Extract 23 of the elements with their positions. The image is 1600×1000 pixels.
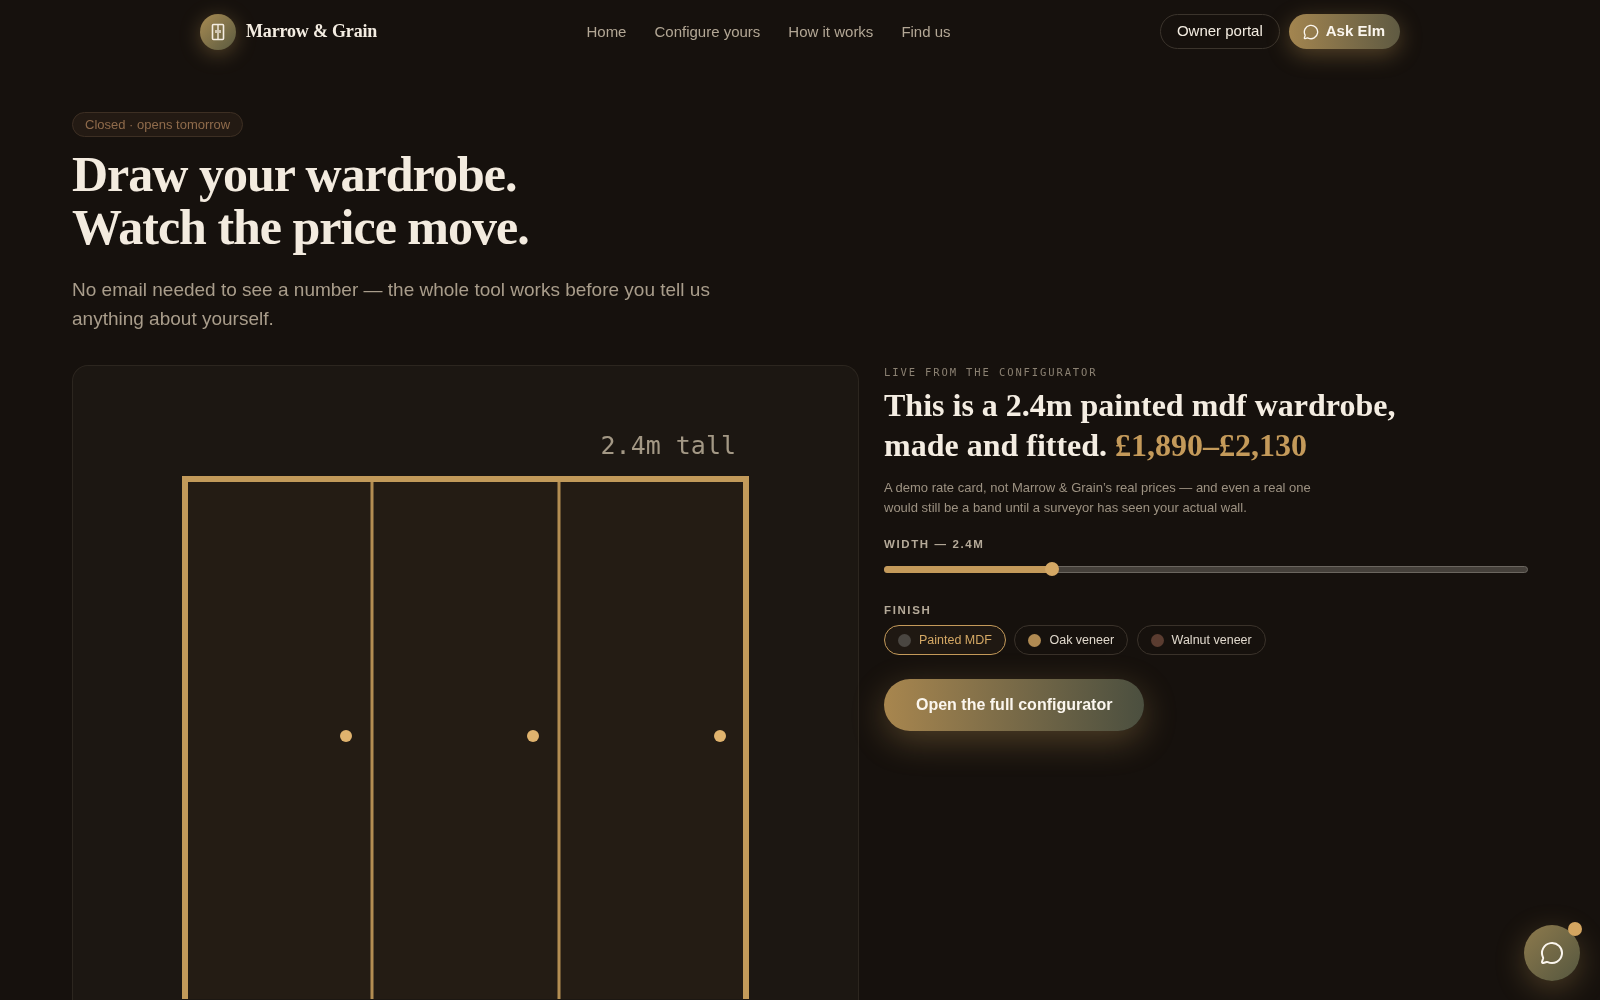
configurator-headline: This is a 2.4m painted mdf wardrobe, made and fitted. £1,890–£2,130	[884, 386, 1397, 465]
height-label: 2.4m tall	[600, 431, 736, 461]
cabinet-logo-icon	[200, 13, 236, 50]
ask-assistant-button[interactable]: Ask Elm	[1288, 14, 1400, 49]
hero-title: Draw your wardrobe. Watch the price move.	[72, 148, 530, 253]
nav-link[interactable]: Configure yours	[654, 21, 761, 44]
width-slider-track[interactable]	[884, 565, 1528, 573]
section-eyebrow: LIVE FROM THE CONFIGURATOR	[884, 365, 1098, 379]
slider-thumb[interactable]	[1044, 562, 1059, 576]
nav-link[interactable]: Find us	[901, 21, 951, 44]
finish-option[interactable]: Painted MDF	[884, 625, 1006, 655]
status-badge: Closed · opens tomorrow	[72, 112, 244, 137]
brand-name: Marrow & Grain	[246, 20, 378, 43]
chat-launcher-button[interactable]	[1524, 925, 1580, 981]
width-label: WIDTH — 2.4M	[884, 537, 985, 552]
nav-link[interactable]: How it works	[788, 21, 874, 44]
chat-icon	[1540, 941, 1564, 965]
hero-subtitle: No email needed to see a number — the whole tool works before you tell us anything about yourself.	[72, 278, 711, 331]
open-configurator-button[interactable]: Open the full configurator	[884, 679, 1145, 731]
chat-icon	[1302, 23, 1319, 40]
price-note: A demo rate card, not Marrow & Grain’s real prices — and even a real one would still be a band until a surveyor has seen your actual wall.	[884, 479, 1312, 517]
nav-link[interactable]: Home	[586, 21, 627, 44]
finish-label: FINISH	[884, 603, 932, 618]
